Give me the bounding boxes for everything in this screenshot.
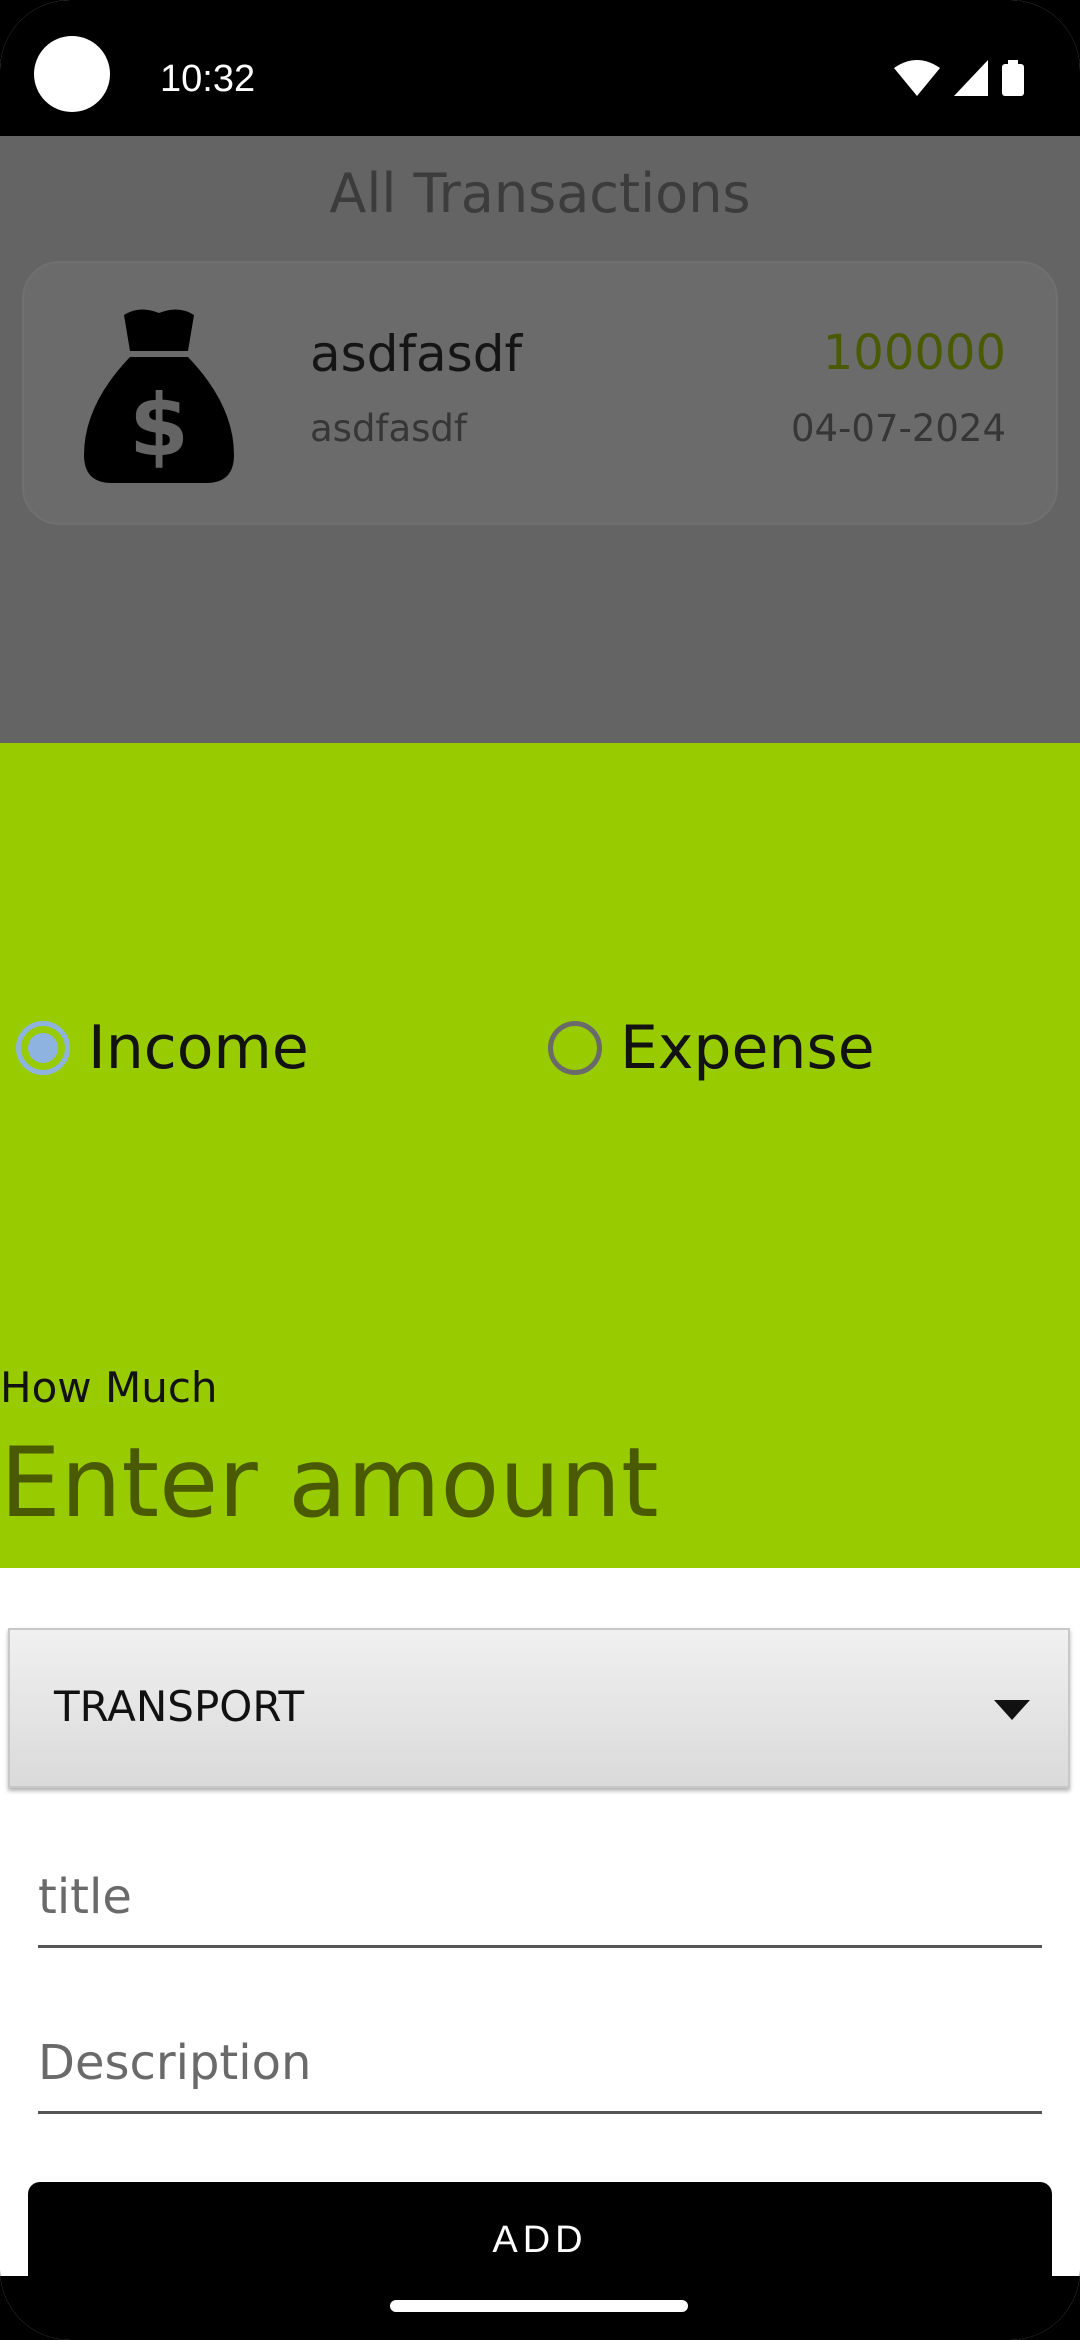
transaction-description: asdfasdf: [310, 407, 467, 450]
app-screen: 10:32 All Transactions $ asdfasdf asdfas…: [0, 0, 1080, 2340]
amount-input[interactable]: [0, 1423, 1000, 1543]
camera-cutout: [34, 36, 110, 112]
category-selected: TRANSPORT: [54, 1682, 305, 1731]
status-time: 10:32: [160, 58, 256, 100]
transaction-card[interactable]: $ asdfasdf asdfasdf 100000 04-07-2024: [22, 261, 1058, 525]
transaction-amount: 100000: [822, 325, 1006, 381]
expense-radio[interactable]: Expense: [548, 1013, 875, 1083]
transaction-date: 04-07-2024: [790, 407, 1006, 450]
radio-selected-icon: [16, 1021, 70, 1075]
status-icons: [894, 60, 1024, 96]
income-label: Income: [88, 1013, 309, 1083]
svg-text:$: $: [129, 376, 189, 476]
radio-unselected-icon: [548, 1021, 602, 1075]
transactions-list-area: All Transactions $ asdfasdf asdfasdf 100…: [0, 136, 1080, 743]
home-indicator[interactable]: [390, 2300, 688, 2312]
dropdown-arrow-icon: [994, 1700, 1030, 1720]
battery-icon: [1002, 60, 1024, 96]
wifi-icon: [894, 60, 940, 96]
transaction-title: asdfasdf: [310, 325, 523, 383]
money-bag-icon: $: [84, 309, 234, 483]
status-bar: 10:32: [0, 0, 1080, 136]
page-title: All Transactions: [329, 162, 751, 225]
category-dropdown[interactable]: TRANSPORT: [8, 1628, 1070, 1788]
add-button[interactable]: ADD: [28, 2182, 1052, 2298]
title-input[interactable]: [38, 1848, 1042, 1948]
add-transaction-sheet: Income Expense How Much: [0, 743, 1080, 1568]
income-radio[interactable]: Income: [16, 1013, 309, 1083]
expense-label: Expense: [620, 1013, 875, 1083]
signal-icon: [954, 60, 988, 96]
description-input[interactable]: [38, 2014, 1042, 2114]
amount-label: How Much: [0, 1363, 218, 1412]
